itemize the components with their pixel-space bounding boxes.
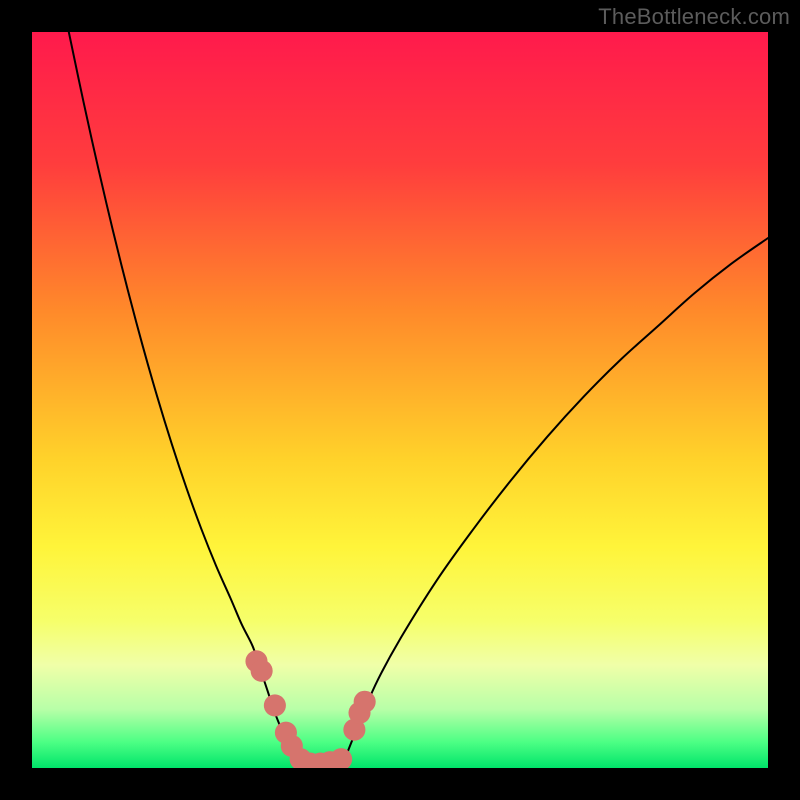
marker-point: [354, 691, 376, 713]
gradient-background: [32, 32, 768, 768]
marker-point: [251, 660, 273, 682]
chart-svg: [32, 32, 768, 768]
chart-frame: TheBottleneck.com: [0, 0, 800, 800]
plot-area: [32, 32, 768, 768]
watermark-text: TheBottleneck.com: [598, 4, 790, 30]
marker-point: [264, 694, 286, 716]
